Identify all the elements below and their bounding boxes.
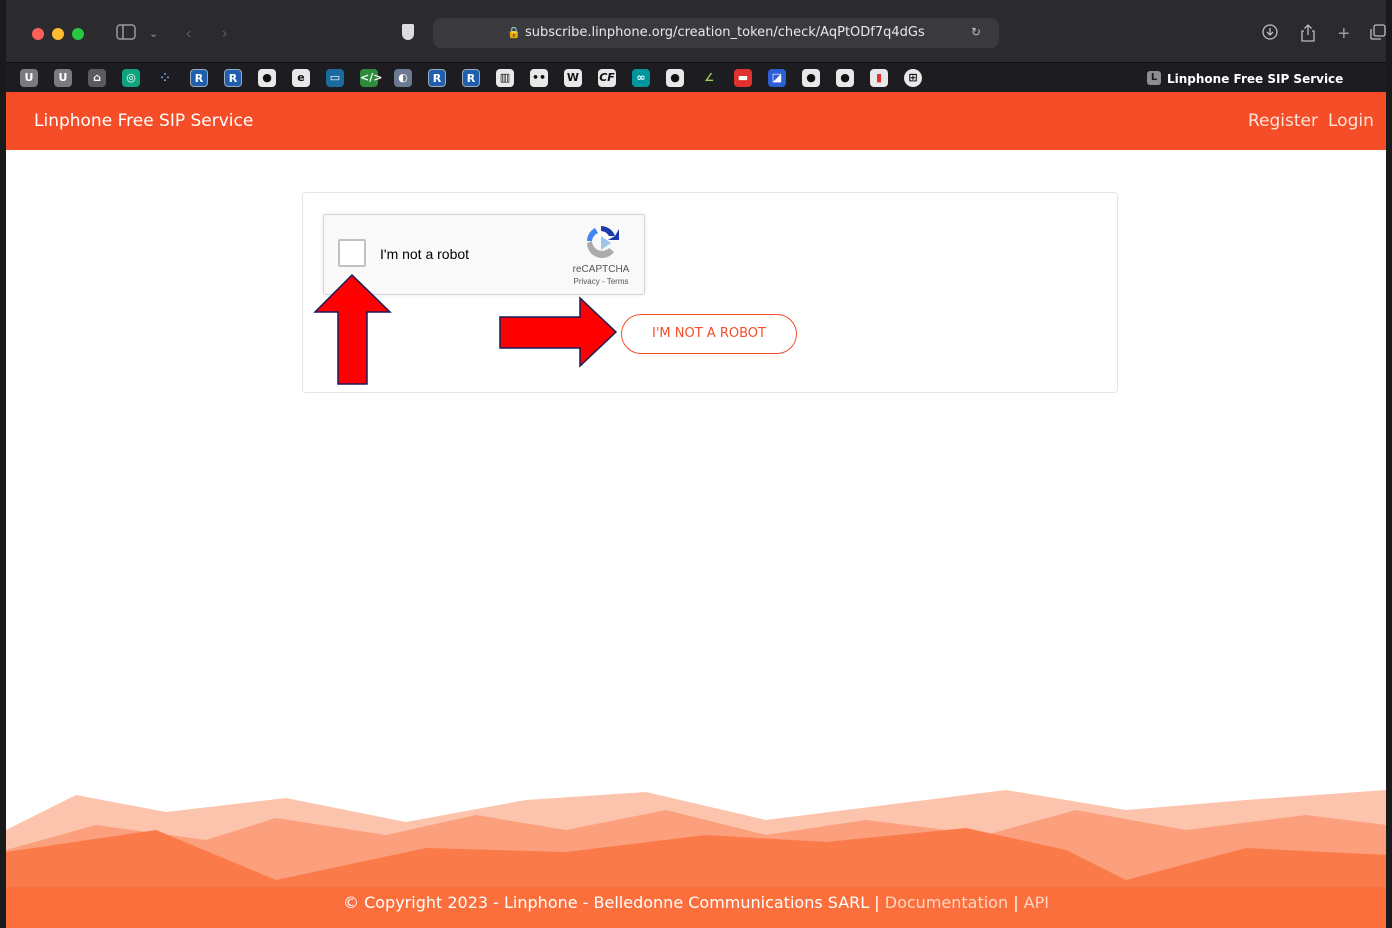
- site-footer: © Copyright 2023 - Linphone - Belledonne…: [6, 887, 1386, 928]
- api-link[interactable]: API: [1024, 893, 1049, 912]
- mountains-decoration: [6, 790, 1386, 890]
- browser-window: ⌄ ‹ › 🔒 subscribe.linphone.org/creation_t…: [0, 0, 1392, 928]
- documentation-link[interactable]: Documentation: [885, 893, 1008, 912]
- copyright-text: © Copyright 2023 - Linphone - Belledonne…: [343, 893, 870, 912]
- right-arrow-annotation: [499, 296, 618, 368]
- footer-separator-2: |: [1008, 893, 1024, 912]
- up-arrow-annotation: [313, 273, 392, 385]
- footer-text: © Copyright 2023 - Linphone - Belledonne…: [6, 892, 1386, 914]
- footer-separator-1: |: [869, 893, 885, 912]
